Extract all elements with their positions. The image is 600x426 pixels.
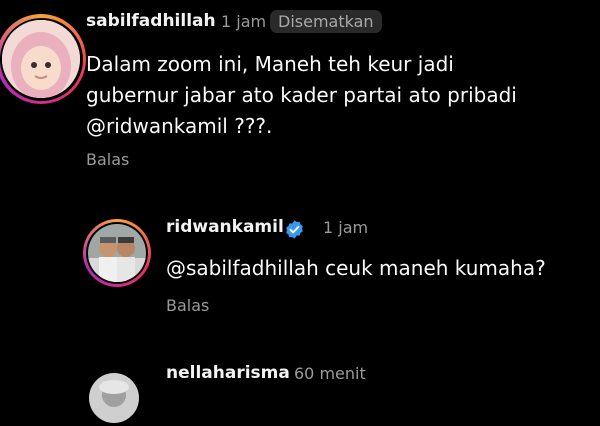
comment-time: 60 menit — [294, 364, 366, 383]
comment-text: Dalam zoom ini, Maneh teh keur jadi gube… — [86, 49, 596, 142]
pinned-badge: Disematkan — [270, 10, 382, 33]
avatar-nellaharisma[interactable] — [86, 370, 142, 426]
verified-badge-icon — [286, 220, 303, 239]
avatar-photo — [2, 20, 80, 98]
comment-username[interactable]: ridwankamil — [166, 217, 284, 237]
avatar-photo — [89, 373, 139, 423]
comment-line: @ridwankamil ???. — [86, 114, 273, 138]
avatar-photo — [88, 224, 146, 282]
comment-text: @sabilfadhillah ceuk maneh kumaha? — [166, 256, 546, 280]
reply-button[interactable]: Balas — [86, 150, 129, 169]
comment-time: 1 jam — [221, 12, 267, 31]
avatar-sabilfadhillah[interactable] — [0, 14, 86, 104]
avatar-ridwankamil[interactable] — [83, 219, 151, 287]
comment-time: 1 jam — [323, 218, 369, 237]
reply-button[interactable]: Balas — [166, 296, 209, 315]
comment-line: Dalam zoom ini, Maneh teh keur jadi — [86, 52, 454, 76]
comment-username[interactable]: nellaharisma — [166, 363, 290, 383]
comment-username[interactable]: sabilfadhillah — [86, 11, 216, 31]
comment-line: gubernur jabar ato kader partai ato prib… — [86, 83, 517, 107]
